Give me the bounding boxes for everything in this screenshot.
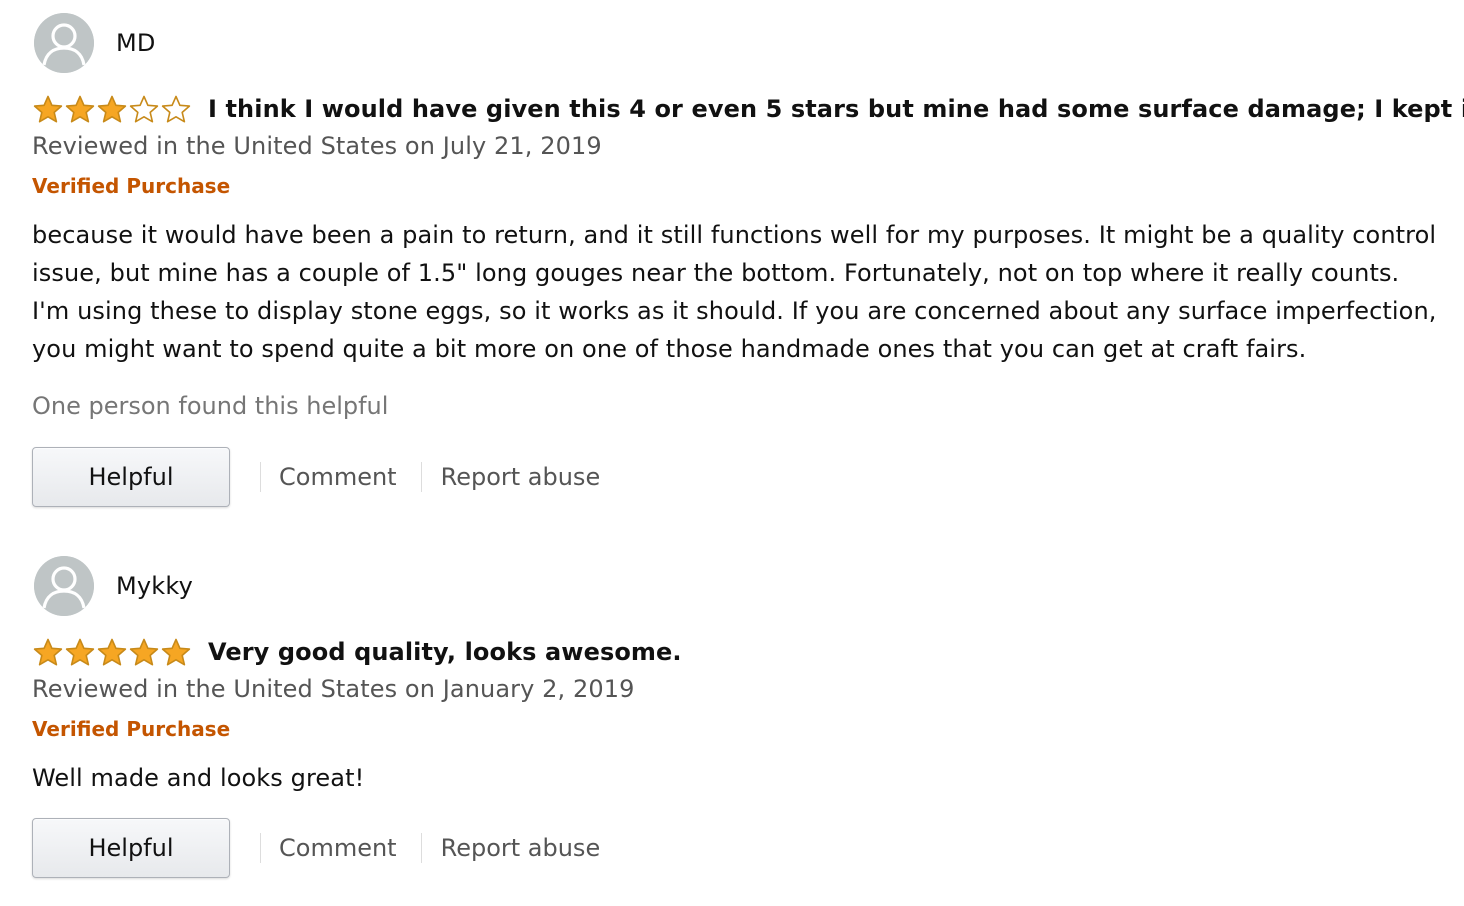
star-filled-icon — [129, 638, 159, 666]
review-title-row: I think I would have given this 4 or eve… — [32, 92, 1464, 126]
review-body-line: you might want to spend quite a bit more… — [32, 335, 1307, 363]
action-divider — [260, 833, 261, 863]
review-body-line: I'm using these to display stone eggs, s… — [32, 297, 1437, 325]
reviewer-profile[interactable]: Mykky — [34, 555, 193, 617]
action-divider — [420, 462, 422, 492]
review-title-row: Very good quality, looks awesome. — [32, 635, 682, 669]
review-actions: Helpful Comment Report abuse — [32, 446, 600, 508]
reviewer-profile[interactable]: MD — [34, 12, 156, 74]
star-outline-icon — [129, 95, 159, 123]
star-filled-icon — [97, 95, 127, 123]
star-filled-icon — [97, 638, 127, 666]
action-divider — [260, 462, 261, 492]
reviewer-name: MD — [116, 29, 156, 57]
helpful-vote-count: One person found this helpful — [32, 392, 389, 420]
review-title[interactable]: Very good quality, looks awesome. — [208, 638, 682, 666]
star-filled-icon — [161, 638, 191, 666]
verified-purchase-badge: Verified Purchase — [32, 174, 231, 198]
comment-link[interactable]: Comment — [279, 834, 397, 862]
reviewer-name: Mykky — [116, 572, 194, 600]
review-body-line: because it would have been a pain to ret… — [32, 221, 1437, 249]
report-abuse-link[interactable]: Report abuse — [441, 834, 601, 862]
star-filled-icon — [65, 638, 95, 666]
star-filled-icon — [33, 638, 63, 666]
review-body-line: issue, but mine has a couple of 1.5" lon… — [32, 259, 1400, 287]
default-user-avatar-icon — [34, 13, 94, 73]
star-outline-icon — [161, 95, 191, 123]
review-body: because it would have been a pain to ret… — [32, 216, 1437, 368]
star-rating[interactable] — [32, 94, 192, 124]
review-body: Well made and looks great! — [32, 759, 1422, 797]
star-rating[interactable] — [32, 637, 192, 667]
review-date: Reviewed in the United States on July 21… — [32, 132, 602, 160]
review-date: Reviewed in the United States on January… — [32, 675, 635, 703]
helpful-button[interactable]: Helpful — [32, 818, 230, 878]
verified-purchase-badge: Verified Purchase — [32, 717, 231, 741]
action-divider — [420, 833, 422, 863]
star-filled-icon — [33, 95, 63, 123]
star-filled-icon — [65, 95, 95, 123]
comment-link[interactable]: Comment — [279, 463, 397, 491]
report-abuse-link[interactable]: Report abuse — [441, 463, 601, 491]
helpful-button[interactable]: Helpful — [32, 447, 230, 507]
review-title[interactable]: I think I would have given this 4 or eve… — [208, 95, 1464, 123]
review-body-line: Well made and looks great! — [32, 764, 365, 792]
default-user-avatar-icon — [34, 556, 94, 616]
review-actions: Helpful Comment Report abuse — [32, 817, 600, 879]
